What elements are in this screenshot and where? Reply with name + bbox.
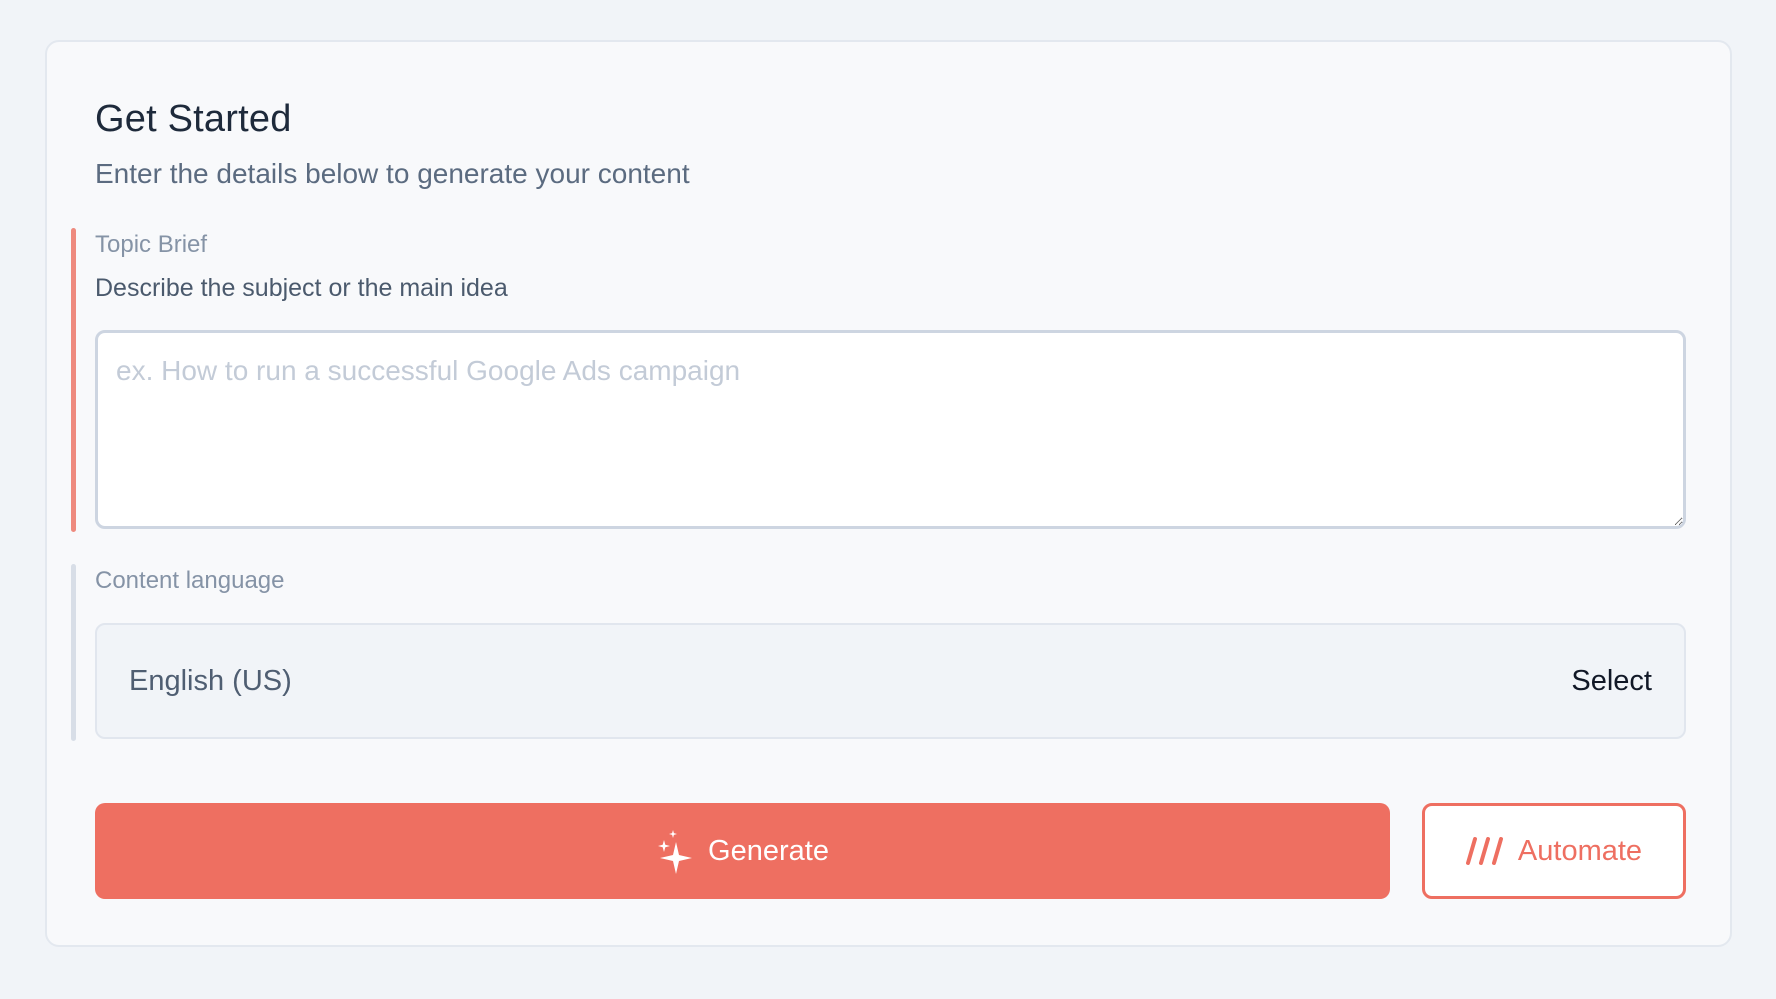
- topic-brief-label: Topic Brief: [95, 231, 208, 258]
- automate-button[interactable]: Automate: [1422, 803, 1686, 899]
- automate-label: Automate: [1517, 834, 1643, 867]
- sparkles-icon: [656, 828, 694, 874]
- content-language-value: English (US): [129, 664, 292, 697]
- language-section-indicator: [71, 564, 76, 741]
- select-language-button[interactable]: Select: [1571, 665, 1652, 698]
- content-language-select[interactable]: English (US) Select: [95, 623, 1686, 739]
- topic-brief-field-wrapper: [95, 330, 1686, 529]
- topic-section-indicator: [71, 228, 76, 532]
- page-title: Get Started: [95, 98, 292, 140]
- page-subtitle: Enter the details below to generate your…: [95, 158, 690, 189]
- get-started-card: Get Started Enter the details below to g…: [45, 40, 1732, 947]
- topic-brief-input[interactable]: [95, 330, 1686, 529]
- slashes-icon: [1465, 837, 1506, 865]
- topic-brief-hint: Describe the subject or the main idea: [95, 274, 508, 302]
- content-language-label: Content language: [95, 567, 285, 594]
- generate-label: Generate: [708, 834, 829, 867]
- generate-button[interactable]: Generate: [95, 803, 1390, 899]
